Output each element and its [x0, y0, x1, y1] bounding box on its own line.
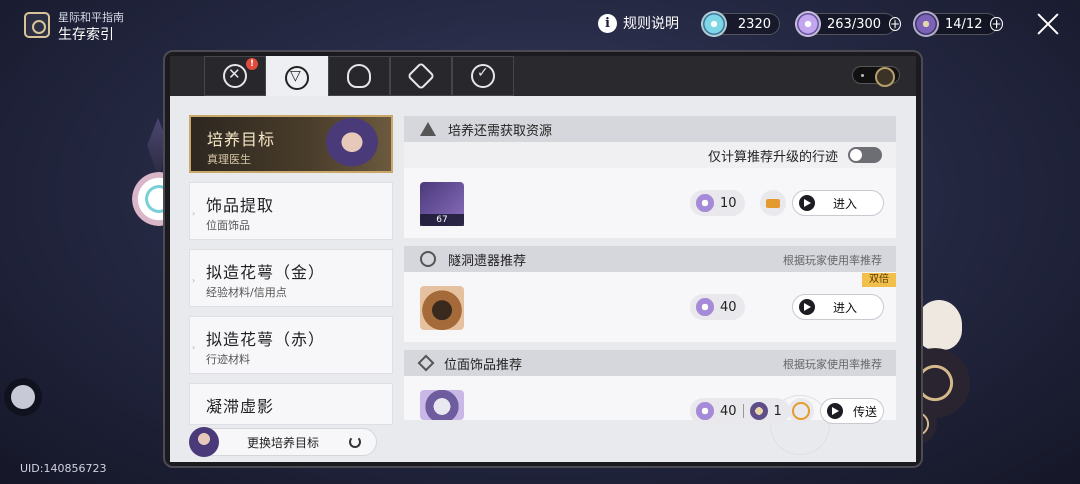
category-calyx-crimson[interactable]: › 拟造花萼（赤） 行迹材料 — [189, 316, 393, 374]
uid-label: UID:140856723 — [20, 462, 107, 475]
stellar-jade-icon — [701, 11, 727, 37]
reserved-power-icon — [913, 11, 939, 37]
trailblaze-power-icon — [795, 11, 821, 37]
section-title: 隧洞遗器推荐 — [448, 253, 527, 269]
guide-book-icon — [24, 12, 50, 38]
tab-daily-training[interactable] — [328, 56, 390, 96]
coin-icon[interactable] — [788, 398, 814, 424]
switch-target-label: 更换培养目标 — [247, 435, 320, 450]
side-handle[interactable] — [4, 378, 42, 416]
material-count: 67 — [420, 214, 464, 226]
trailblaze-power-value: 263/300 — [827, 16, 882, 32]
avatar — [189, 427, 219, 457]
enter-button[interactable]: 进入 — [792, 190, 884, 216]
teleport-button[interactable]: 传送 — [820, 398, 884, 424]
triangle-icon — [420, 122, 436, 136]
character-portrait — [319, 117, 385, 173]
category-title: 培养目标 — [207, 130, 276, 149]
arrow-icon — [799, 299, 815, 315]
section-title: 培养还需获取资源 — [448, 123, 553, 139]
power-cost: 40 — [690, 294, 745, 320]
diamond-icon — [417, 354, 435, 372]
power-cost-value: 10 — [720, 195, 737, 211]
trailblaze-power-counter[interactable]: 263/300 + — [795, 11, 902, 37]
flower-icon — [420, 251, 436, 267]
category-stagnant-shadow[interactable]: 凝滞虚影 — [189, 383, 393, 425]
trailblaze-power-icon — [696, 402, 714, 420]
teleport-icon — [827, 403, 843, 419]
immersifier-icon — [749, 402, 768, 420]
tab-survival-index[interactable] — [266, 56, 328, 100]
stellar-jade-counter[interactable]: 2320 — [701, 11, 780, 37]
filter-label: 仅计算推荐升级的行迹 — [707, 149, 838, 165]
category-title: 拟造花萼（赤） — [206, 330, 326, 349]
trailblaze-power-icon — [696, 194, 714, 212]
reserved-power-counter[interactable]: 14/12 + — [913, 11, 1003, 37]
category-title: 凝滞虚影 — [206, 397, 275, 416]
arrow-icon — [799, 195, 815, 211]
crossed-circle-icon — [223, 64, 247, 88]
relic-thumbnail[interactable] — [420, 286, 464, 330]
section-note: 根据玩家使用率推荐 — [783, 254, 882, 267]
compass-icon — [285, 66, 309, 90]
section-header-cavern: 隧洞遗器推荐 根据玩家使用率推荐 — [404, 246, 896, 272]
category-cultivation-target[interactable]: 培养目标 真理医生 — [189, 115, 393, 173]
section-title: 位面饰品推荐 — [444, 357, 523, 373]
notification-badge: ! — [246, 58, 258, 70]
category-ornament-extraction[interactable]: › 饰品提取 位面饰品 — [189, 182, 393, 240]
enter-label: 进入 — [833, 196, 858, 211]
section-header-resources: 培养还需获取资源 — [404, 116, 896, 142]
filter-row: 仅计算推荐升级的行迹 — [404, 142, 896, 168]
lotus-icon — [406, 61, 436, 91]
rules-label: 规则说明 — [623, 16, 679, 32]
category-subtitle: 位面饰品 — [206, 219, 250, 232]
section-note: 根据玩家使用率推荐 — [783, 358, 882, 371]
section-header-planar: 位面饰品推荐 根据玩家使用率推荐 — [404, 350, 896, 376]
power-cost: 10 — [690, 190, 745, 216]
power-cost-value: 40 — [720, 403, 737, 419]
emblem-toggle[interactable] — [852, 66, 900, 87]
rules-button[interactable]: i 规则说明 — [598, 13, 679, 33]
enter-label: 进入 — [833, 300, 858, 315]
add-power-button[interactable]: + — [889, 17, 902, 31]
category-title: 饰品提取 — [206, 196, 275, 215]
ticket-icon[interactable] — [760, 190, 786, 216]
power-cost-value: 40 — [720, 299, 737, 315]
add-reserved-button[interactable]: + — [990, 17, 1003, 31]
info-icon: i — [598, 13, 617, 33]
refresh-icon — [349, 436, 362, 448]
tab-treasures[interactable] — [390, 56, 452, 96]
double-drop-badge: 双倍 — [862, 273, 896, 287]
teleport-label: 传送 — [853, 404, 878, 419]
category-calyx-golden[interactable]: › 拟造花萼（金） 经验材料/信用点 — [189, 249, 393, 307]
check-circle-icon — [471, 64, 495, 88]
category-subtitle: 行迹材料 — [206, 353, 250, 366]
reserved-power-value: 14/12 — [945, 16, 983, 32]
close-icon[interactable] — [1034, 10, 1062, 38]
category-title: 拟造花萼（金） — [206, 263, 326, 282]
category-subtitle: 经验材料/信用点 — [206, 286, 287, 299]
category-subtitle: 真理医生 — [207, 153, 251, 166]
switch-target-button[interactable]: 更换培养目标 — [189, 427, 377, 457]
recommended-traces-toggle[interactable] — [848, 147, 882, 163]
pass-cost-value: 1 — [773, 403, 782, 419]
planet-icon — [347, 64, 371, 88]
page-title: 生存索引 — [58, 27, 114, 43]
power-cost: 40 1 — [690, 398, 790, 424]
enter-button[interactable]: 进入 — [792, 294, 884, 320]
stellar-jade-value: 2320 — [737, 16, 771, 32]
trailblaze-power-icon — [696, 298, 714, 316]
ornament-thumbnail[interactable] — [420, 390, 464, 420]
tab-achievements[interactable] — [452, 56, 514, 96]
guide-subtitle: 星际和平指南 — [58, 11, 124, 24]
